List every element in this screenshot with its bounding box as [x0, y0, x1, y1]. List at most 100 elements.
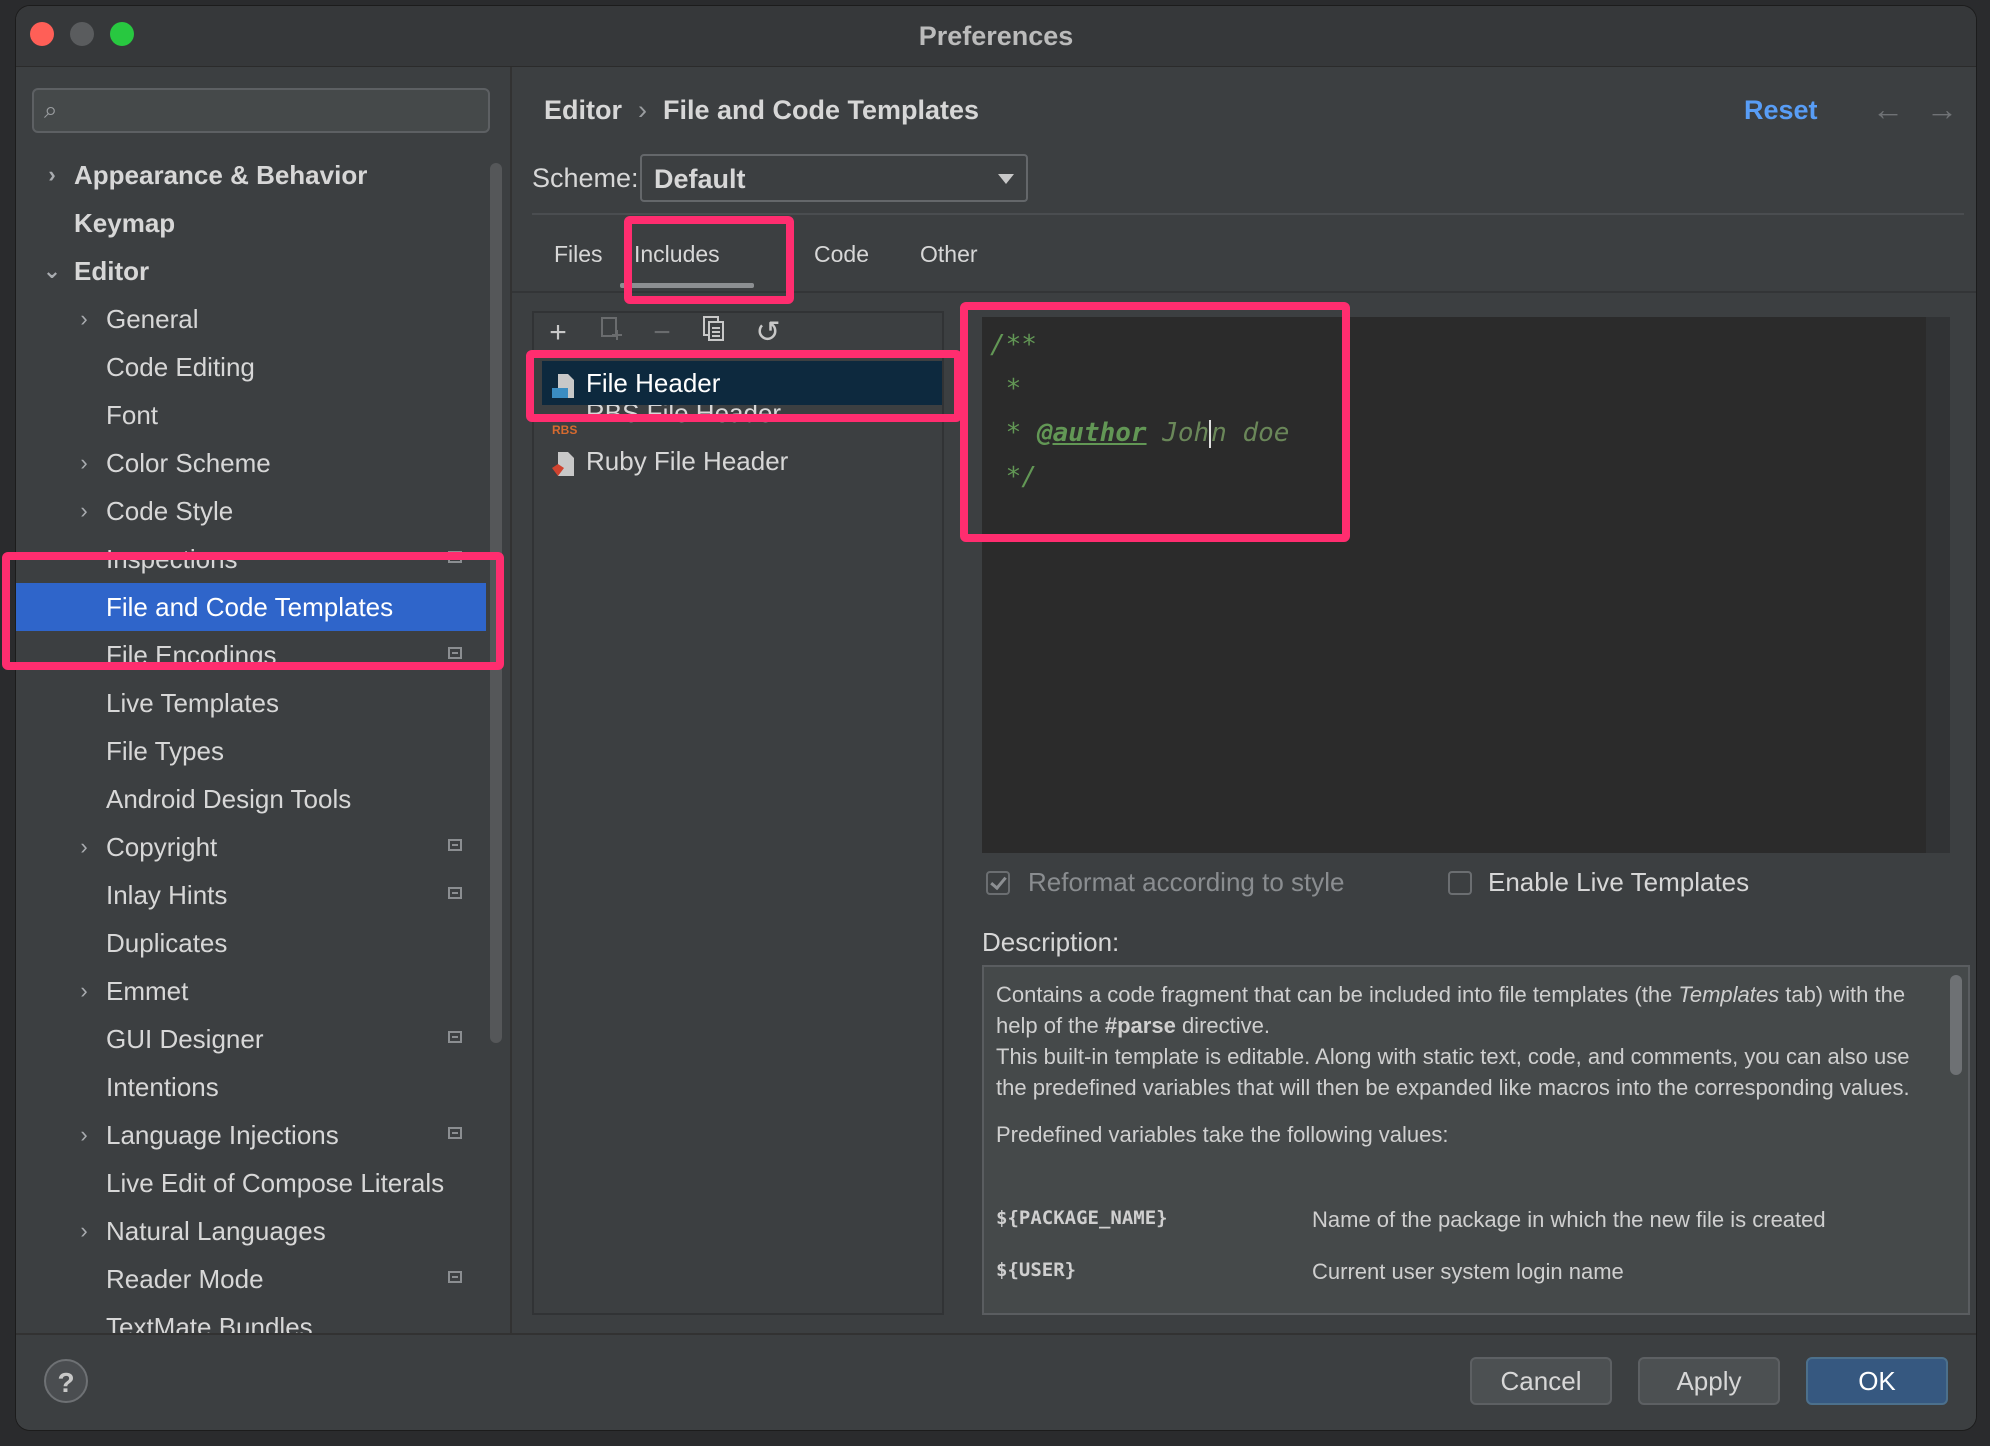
chevron-right-icon[interactable]: › — [74, 295, 94, 343]
variable-name: ${USER} — [996, 1259, 1077, 1281]
sidebar-item-label: Editor — [74, 256, 150, 286]
sidebar-item-label: TextMate Bundles — [106, 1312, 313, 1333]
sidebar-item-label: Appearance & Behavior — [74, 160, 368, 190]
sidebar-item-color-scheme[interactable]: › Color Scheme — [16, 439, 486, 487]
breadcrumb-parent[interactable]: Editor — [544, 95, 622, 125]
desc-paragraph: Predefined variables take the following … — [996, 1122, 1449, 1147]
chevron-right-icon[interactable]: › — [74, 1111, 94, 1159]
breadcrumb: Editor › File and Code Templates — [544, 95, 979, 126]
project-settings-icon — [448, 1031, 462, 1043]
template-item-ruby-file-header[interactable]: Ruby File Header — [542, 439, 942, 483]
sidebar-item-natural-languages[interactable]: › Natural Languages — [16, 1207, 486, 1255]
reset-link[interactable]: Reset — [1744, 95, 1818, 126]
editor-scrollbar[interactable] — [1926, 317, 1950, 853]
settings-search-input[interactable]: ⌕ — [32, 88, 490, 133]
chevron-down-icon[interactable]: ⌄ — [42, 247, 62, 295]
breadcrumb-separator: › — [638, 95, 647, 125]
reformat-checkbox[interactable] — [986, 871, 1010, 895]
sidebar-item-reader-mode[interactable]: Reader Mode — [16, 1255, 486, 1303]
enable-live-templates-checkbox[interactable] — [1448, 871, 1472, 895]
svg-text:RBS: RBS — [552, 423, 577, 436]
chevron-right-icon[interactable]: › — [74, 487, 94, 535]
sidebar-item-intentions[interactable]: Intentions — [16, 1063, 486, 1111]
sidebar-item-gui-designer[interactable]: GUI Designer — [16, 1015, 486, 1063]
remove-template-icon[interactable]: − — [642, 313, 682, 353]
scheme-label: Scheme: — [532, 163, 639, 193]
add-template-icon[interactable]: + — [538, 313, 578, 353]
template-item-label: Ruby File Header — [586, 446, 789, 476]
copy-template-icon[interactable] — [694, 313, 734, 353]
desc-paragraph: This built-in template is editable. Alon… — [996, 1044, 1910, 1100]
sidebar-item-editor[interactable]: ⌄ Editor — [16, 247, 486, 295]
sidebar-item-appearance-behavior[interactable]: › Appearance & Behavior — [16, 151, 486, 199]
cancel-button[interactable]: Cancel — [1470, 1357, 1612, 1405]
revert-template-icon[interactable]: ↺ — [748, 313, 788, 353]
desc-emphasis: Templates — [1678, 982, 1780, 1007]
sidebar-item-label: Android Design Tools — [106, 784, 352, 814]
enable-live-templates-label: Enable Live Templates — [1488, 867, 1750, 897]
description-scrollbar[interactable] — [1950, 975, 1962, 1075]
highlight-box — [526, 350, 962, 422]
sidebar-item-label: Reader Mode — [106, 1264, 264, 1294]
scheme-dropdown[interactable]: Default — [640, 154, 1028, 202]
sidebar-item-label: Emmet — [106, 976, 189, 1006]
sidebar-item-code-editing[interactable]: Code Editing — [16, 343, 486, 391]
sidebar-item-live-edit-of-compose-literals[interactable]: Live Edit of Compose Literals — [16, 1159, 486, 1207]
chevron-right-icon[interactable]: › — [42, 151, 62, 199]
sidebar-item-emmet[interactable]: › Emmet — [16, 967, 486, 1015]
chevron-right-icon[interactable]: › — [74, 967, 94, 1015]
sidebar-item-label: Natural Languages — [106, 1216, 326, 1246]
sidebar-item-label: Font — [106, 400, 159, 430]
chevron-right-icon[interactable]: › — [74, 439, 94, 487]
apply-button[interactable]: Apply — [1638, 1357, 1780, 1405]
description-label: Description: — [982, 927, 1120, 957]
project-settings-icon — [448, 1127, 462, 1139]
chevron-down-icon — [998, 174, 1014, 184]
back-arrow-icon[interactable]: ← — [1872, 91, 1904, 128]
sidebar-item-textmate-bundles[interactable]: TextMate Bundles — [16, 1303, 486, 1333]
title-bar: Preferences — [16, 6, 1976, 67]
chevron-right-icon[interactable]: › — [74, 1207, 94, 1255]
forward-arrow-icon[interactable]: → — [1926, 91, 1958, 128]
variable-desc: Current user system login name — [1312, 1259, 1624, 1284]
chevron-right-icon[interactable]: › — [74, 823, 94, 871]
sidebar-item-general[interactable]: › General — [16, 295, 486, 343]
add-child-template-icon[interactable] — [592, 313, 632, 353]
sidebar-item-android-design-tools[interactable]: Android Design Tools — [16, 775, 486, 823]
scheme-value: Default — [654, 164, 746, 194]
sidebar-item-live-templates[interactable]: Live Templates — [16, 679, 486, 727]
sidebar-item-label: Live Templates — [106, 688, 279, 718]
sidebar-item-inlay-hints[interactable]: Inlay Hints — [16, 871, 486, 919]
tab-code[interactable]: Code — [814, 241, 869, 268]
sidebar-item-label: GUI Designer — [106, 1024, 264, 1054]
ruby-file-icon — [552, 447, 576, 476]
sidebar-item-label: Live Edit of Compose Literals — [106, 1168, 445, 1198]
sidebar-item-label: Intentions — [106, 1072, 219, 1102]
sidebar-item-label: Duplicates — [106, 928, 228, 958]
sidebar-item-code-style[interactable]: › Code Style — [16, 487, 486, 535]
project-settings-icon — [448, 1271, 462, 1283]
sidebar-item-label: Code Style — [106, 496, 234, 526]
sidebar-item-duplicates[interactable]: Duplicates — [16, 919, 486, 967]
tab-files[interactable]: Files — [554, 241, 603, 268]
highlight-box — [960, 302, 1350, 542]
description-text: Contains a code fragment that can be inc… — [996, 979, 1936, 1150]
help-button[interactable]: ? — [44, 1359, 88, 1403]
sidebar-item-label: Language Injections — [106, 1120, 339, 1150]
sidebar-item-font[interactable]: Font — [16, 391, 486, 439]
sidebar-item-language-injections[interactable]: › Language Injections — [16, 1111, 486, 1159]
sidebar-item-copyright[interactable]: › Copyright — [16, 823, 486, 871]
search-icon: ⌕ — [44, 97, 58, 124]
sidebar-item-label: Keymap — [74, 208, 176, 238]
sidebar-item-label: Code Editing — [106, 352, 255, 382]
sidebar-item-file-types[interactable]: File Types — [16, 727, 486, 775]
dialog-footer: ? Cancel Apply OK — [16, 1333, 1976, 1430]
preferences-window: Preferences ⌕ › Appearance & Behavior Keym… — [16, 6, 1976, 1430]
ok-button[interactable]: OK — [1806, 1357, 1948, 1405]
project-settings-icon — [448, 887, 462, 899]
separator-line — [532, 213, 1964, 215]
tab-other[interactable]: Other — [920, 241, 978, 268]
variable-desc: Name of the package in which the new fil… — [1312, 1207, 1826, 1232]
sidebar-item-label: Color Scheme — [106, 448, 271, 478]
sidebar-item-keymap[interactable]: Keymap — [16, 199, 486, 247]
